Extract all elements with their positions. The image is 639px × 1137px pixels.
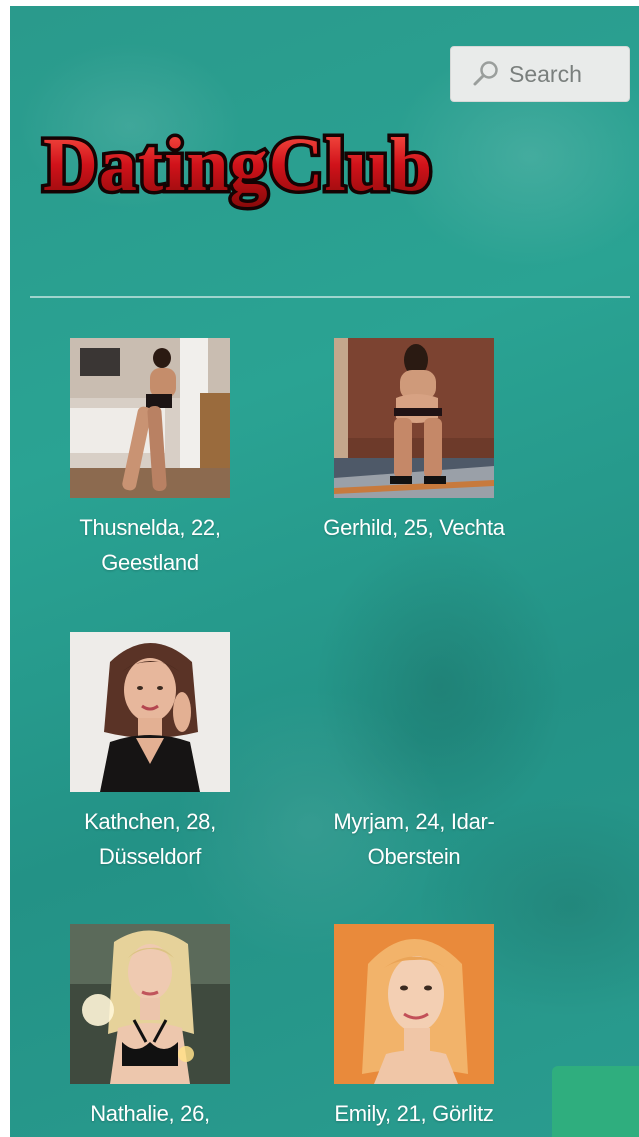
- site-logo[interactable]: DatingClub: [35, 118, 505, 228]
- corner-tab[interactable]: [552, 1066, 639, 1137]
- profile-photo-placeholder[interactable]: [334, 632, 494, 792]
- search-icon: [473, 61, 498, 86]
- profile-name[interactable]: Kathchen, 28, Düsseldorf: [35, 804, 265, 874]
- svg-text:DatingClub: DatingClub: [43, 123, 433, 207]
- profile-name[interactable]: Nathalie, 26,: [35, 1096, 265, 1131]
- profile-photo[interactable]: [70, 338, 230, 498]
- profile-name[interactable]: Gerhild, 25, Vechta: [299, 510, 529, 545]
- profile-photo[interactable]: [334, 924, 494, 1084]
- profile-card[interactable]: Nathalie, 26,: [35, 924, 265, 1131]
- profile-card[interactable]: Gerhild, 25, Vechta: [299, 338, 529, 545]
- search-label: Search: [509, 60, 582, 87]
- profile-photo[interactable]: [70, 924, 230, 1084]
- profile-card[interactable]: Myrjam, 24, Idar-Oberstein: [299, 632, 529, 874]
- profile-name[interactable]: Emily, 21, Görlitz: [299, 1096, 529, 1131]
- profile-name[interactable]: Myrjam, 24, Idar-Oberstein: [299, 804, 529, 874]
- profile-photo[interactable]: [334, 338, 494, 498]
- search-button[interactable]: Search: [450, 46, 630, 102]
- header-divider: [30, 296, 630, 298]
- profile-card[interactable]: Kathchen, 28, Düsseldorf: [35, 632, 265, 874]
- profile-photo[interactable]: [70, 632, 230, 792]
- profile-card[interactable]: Thusnelda, 22, Geestland: [35, 338, 265, 580]
- profile-name[interactable]: Thusnelda, 22, Geestland: [35, 510, 265, 580]
- page-background: Search DatingClub Thusnelda, 22, Geestla…: [10, 6, 639, 1137]
- profile-card[interactable]: Emily, 21, Görlitz: [299, 924, 529, 1131]
